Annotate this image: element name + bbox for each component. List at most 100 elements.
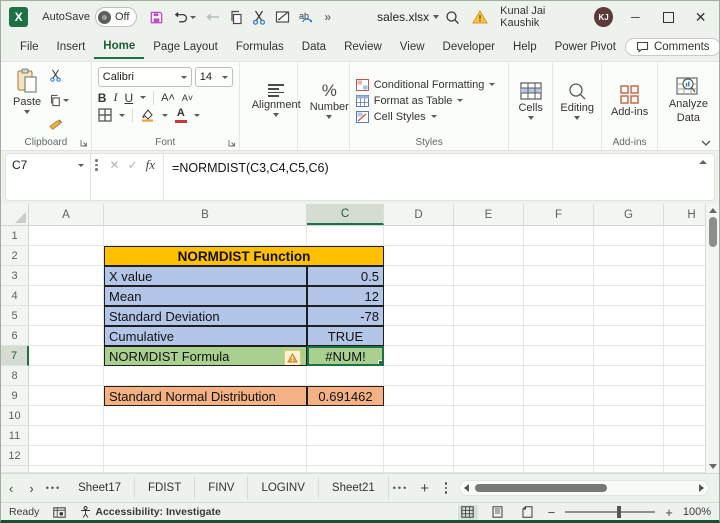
addins-button[interactable]: Add-ins bbox=[611, 83, 648, 119]
cell-c9[interactable]: 0.691462 bbox=[307, 386, 384, 406]
scroll-up-icon[interactable] bbox=[709, 208, 717, 213]
row-header-8[interactable]: 8 bbox=[1, 366, 29, 386]
row-header-7[interactable]: 7 bbox=[1, 346, 29, 366]
font-dialog-launcher-icon[interactable] bbox=[228, 139, 236, 147]
underline-button[interactable]: U bbox=[124, 91, 133, 105]
scroll-right-icon[interactable] bbox=[699, 484, 704, 492]
scroll-down-icon[interactable] bbox=[709, 464, 717, 469]
name-box[interactable]: C7 bbox=[6, 154, 90, 176]
row-header-6[interactable]: 6 bbox=[1, 326, 29, 346]
cells-d12-h12[interactable] bbox=[384, 446, 719, 466]
cell-a9[interactable] bbox=[29, 386, 104, 406]
tab-review[interactable]: Review bbox=[335, 36, 391, 58]
format-as-table-button[interactable]: Format as Table bbox=[356, 95, 496, 107]
editing-button[interactable]: Editing bbox=[560, 81, 594, 121]
add-sheet-button[interactable]: + bbox=[412, 480, 437, 497]
tab-view[interactable]: View bbox=[391, 36, 434, 58]
cells-d2-h2[interactable] bbox=[384, 246, 719, 266]
column-header-e[interactable]: E bbox=[454, 204, 524, 225]
user-name[interactable]: Kunal Jai Kaushik bbox=[500, 5, 582, 29]
row-header-9[interactable]: 9 bbox=[1, 386, 29, 406]
document-title[interactable]: sales.xlsx bbox=[377, 10, 439, 24]
cell-a1[interactable] bbox=[29, 226, 104, 246]
cell-b2-title[interactable]: NORMDIST Function bbox=[104, 246, 384, 266]
cell-a2[interactable] bbox=[29, 246, 104, 266]
sheet-tab-fdist[interactable]: FDIST bbox=[135, 477, 195, 499]
tab-insert[interactable]: Insert bbox=[48, 36, 95, 58]
save-icon[interactable] bbox=[149, 10, 164, 25]
cell-a10[interactable] bbox=[29, 406, 104, 426]
font-size-select[interactable]: 14 bbox=[195, 67, 233, 87]
cell-c1[interactable] bbox=[307, 226, 384, 246]
tab-formulas[interactable]: Formulas bbox=[227, 36, 293, 58]
view-page-break-button[interactable] bbox=[518, 505, 538, 520]
vertical-scroll-thumb[interactable] bbox=[709, 217, 717, 247]
zoom-slider[interactable] bbox=[565, 511, 655, 513]
tab-data[interactable]: Data bbox=[293, 36, 335, 58]
minimize-button[interactable]: ─ bbox=[625, 7, 646, 27]
insert-function-button[interactable]: fx bbox=[146, 157, 155, 173]
vertical-scrollbar[interactable] bbox=[705, 204, 719, 473]
sheet-tab-sheet21[interactable]: Sheet21 bbox=[319, 477, 389, 499]
cell-b11[interactable] bbox=[104, 426, 307, 446]
sheet-list-right-icon[interactable]: ••• bbox=[389, 483, 412, 493]
previous-sheet-button[interactable]: ‹ bbox=[1, 481, 21, 496]
avatar[interactable]: KJ bbox=[594, 7, 613, 27]
cell-c5[interactable]: -78 bbox=[307, 306, 384, 326]
view-normal-button[interactable] bbox=[458, 505, 478, 520]
row-header-1[interactable]: 1 bbox=[1, 226, 29, 246]
accessibility-status[interactable]: Accessibility: Investigate bbox=[80, 506, 220, 518]
tab-page-layout[interactable]: Page Layout bbox=[144, 36, 227, 58]
copy-icon[interactable] bbox=[229, 10, 243, 25]
borders-dropdown-icon[interactable] bbox=[119, 114, 125, 117]
sheet-tab-loginv[interactable]: LOGINV bbox=[248, 477, 318, 499]
tab-developer[interactable]: Developer bbox=[434, 36, 504, 58]
cut-icon[interactable] bbox=[49, 69, 69, 82]
copy-icon[interactable] bbox=[49, 94, 69, 107]
cells-button[interactable]: Cells bbox=[518, 81, 542, 121]
row-header-12[interactable]: 12 bbox=[1, 446, 29, 466]
clipboard-dialog-launcher-icon[interactable] bbox=[80, 139, 88, 147]
zoom-in-button[interactable]: + bbox=[665, 506, 673, 519]
autosave-switch[interactable]: Off bbox=[95, 7, 137, 27]
row-header-10[interactable]: 10 bbox=[1, 406, 29, 426]
cell-b13[interactable] bbox=[104, 466, 307, 473]
number-button[interactable]: % Number bbox=[304, 81, 355, 120]
font-color-dropdown-icon[interactable] bbox=[194, 114, 200, 117]
underline-dropdown-icon[interactable] bbox=[140, 96, 146, 99]
cell-c7-selected[interactable]: #NUM! bbox=[307, 346, 384, 366]
undo-icon[interactable] bbox=[173, 10, 196, 24]
cell-a7[interactable] bbox=[29, 346, 104, 366]
cells-d6-h6[interactable] bbox=[384, 326, 719, 346]
tab-home[interactable]: Home bbox=[94, 35, 144, 59]
cell-c4[interactable]: 12 bbox=[307, 286, 384, 306]
tab-power-pivot[interactable]: Power Pivot bbox=[546, 36, 625, 58]
comments-button[interactable]: Comments bbox=[625, 38, 720, 56]
zoom-out-button[interactable]: − bbox=[548, 506, 556, 519]
analyze-data-button[interactable]: Analyze Data bbox=[664, 75, 713, 125]
cell-b9[interactable]: Standard Normal Distribution bbox=[104, 386, 307, 406]
borders-button[interactable] bbox=[98, 108, 112, 122]
cell-c11[interactable] bbox=[307, 426, 384, 446]
fill-color-dropdown-icon[interactable] bbox=[162, 114, 168, 117]
row-header-4[interactable]: 4 bbox=[1, 286, 29, 306]
zoom-level[interactable]: 100% bbox=[683, 506, 711, 518]
cells-d10-h10[interactable] bbox=[384, 406, 719, 426]
cells-d8-h8[interactable] bbox=[384, 366, 719, 386]
paste-button[interactable]: Paste bbox=[7, 67, 47, 134]
fill-color-button[interactable] bbox=[140, 108, 155, 122]
search-icon[interactable] bbox=[445, 10, 460, 25]
sheet-bar-options-icon[interactable] bbox=[437, 482, 456, 494]
increase-font-button[interactable]: A˄ bbox=[161, 92, 175, 104]
horizontal-scroll-thumb[interactable] bbox=[475, 484, 607, 492]
excel-logo-icon[interactable]: X bbox=[9, 7, 28, 27]
sheet-tab-sheet17[interactable]: Sheet17 bbox=[65, 477, 135, 499]
formula-input[interactable]: =NORMDIST(C3,C4,C5,C6) bbox=[164, 154, 692, 182]
bold-button[interactable]: B bbox=[98, 91, 107, 105]
cells-d7-h7[interactable] bbox=[384, 346, 719, 366]
cell-a8[interactable] bbox=[29, 366, 104, 386]
enter-icon[interactable]: ✓ bbox=[128, 158, 138, 172]
cell-b8[interactable] bbox=[104, 366, 307, 386]
zoom-slider-thumb[interactable] bbox=[617, 506, 621, 518]
select-all-corner[interactable] bbox=[1, 204, 29, 225]
